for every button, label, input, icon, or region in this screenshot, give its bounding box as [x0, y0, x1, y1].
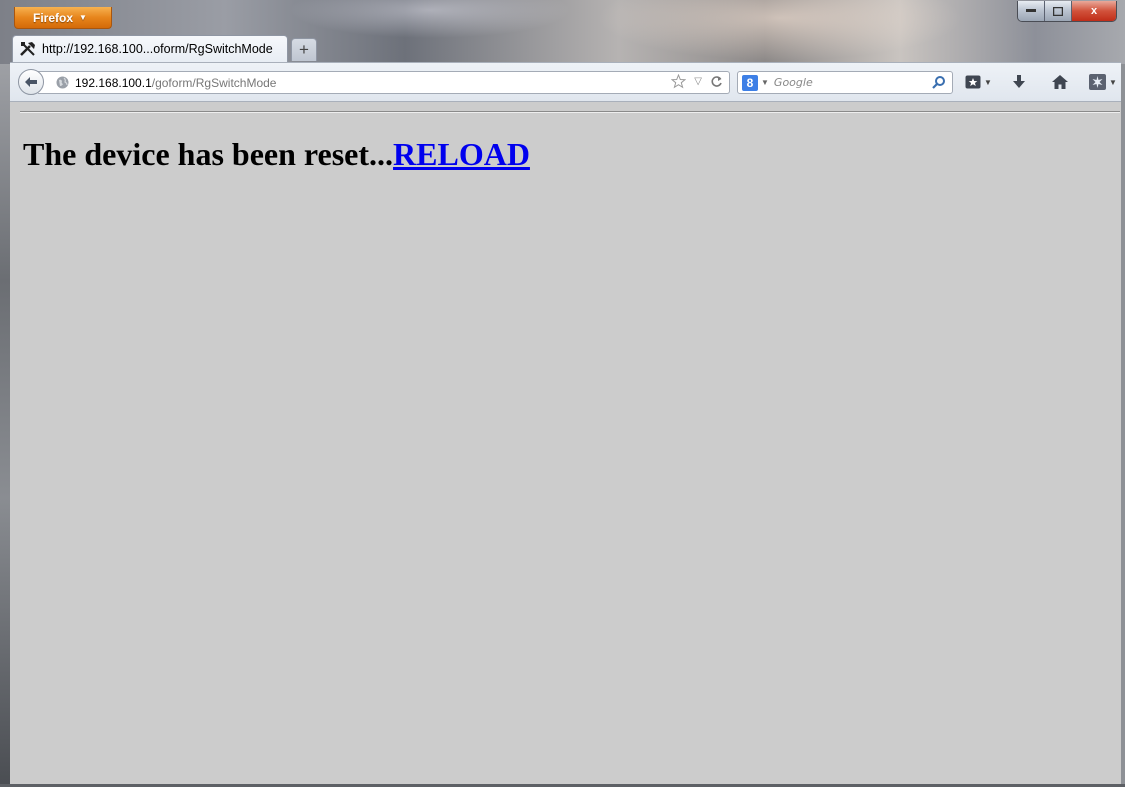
back-button[interactable]	[18, 69, 44, 95]
home-button[interactable]	[1052, 72, 1068, 92]
window-border-left	[0, 64, 10, 787]
search-bar[interactable]: 8 ▼ Google	[737, 71, 953, 94]
horizontal-rule	[20, 111, 1120, 113]
dropdown-icon[interactable]: ▽	[694, 76, 702, 87]
search-icon[interactable]	[931, 75, 946, 90]
addon-icon	[1089, 74, 1106, 90]
new-tab-button[interactable]: +	[291, 38, 317, 61]
home-icon	[1052, 75, 1068, 89]
window-controls: x	[1017, 1, 1117, 22]
tab-title: http://192.168.100...oform/RgSwitchMode	[42, 42, 273, 56]
addon-menu-button[interactable]: ▼	[1089, 72, 1117, 92]
navigation-toolbar: 192.168.100.1/goform/RgSwitchMode ▽ 8 ▼ …	[10, 62, 1121, 102]
address-bar[interactable]: 192.168.100.1/goform/RgSwitchMode ▽	[38, 71, 730, 94]
close-button[interactable]: x	[1072, 1, 1116, 21]
window-border-right	[1121, 64, 1125, 787]
tools-icon	[20, 42, 35, 56]
chevron-down-icon: ▼	[984, 77, 992, 87]
reset-message-text: The device has been reset...	[23, 136, 394, 172]
maximize-button[interactable]	[1045, 1, 1072, 21]
back-icon	[25, 77, 37, 87]
maximize-icon	[1053, 6, 1063, 16]
download-icon	[1013, 75, 1025, 88]
chevron-down-icon: ▼	[79, 13, 87, 22]
reload-icon[interactable]	[710, 75, 723, 88]
globe-icon	[56, 76, 69, 89]
chevron-down-icon: ▼	[1109, 77, 1117, 87]
minimize-icon	[1026, 9, 1036, 12]
plus-icon: +	[299, 40, 309, 59]
tab-active[interactable]: http://192.168.100...oform/RgSwitchMode	[12, 35, 288, 62]
reload-link[interactable]: RELOAD	[393, 136, 530, 172]
url-actions: ▽	[671, 74, 723, 89]
url-host: 192.168.100.1	[75, 75, 152, 90]
reset-message: The device has been reset...RELOAD	[23, 136, 530, 173]
downloads-button[interactable]	[1013, 72, 1025, 92]
bookmarks-icon	[965, 75, 981, 89]
bookmarks-menu-button[interactable]: ▼	[965, 72, 992, 92]
page-content: The device has been reset...RELOAD	[10, 102, 1121, 784]
search-placeholder: Google	[773, 76, 813, 89]
engine-dropdown-icon[interactable]: ▼	[761, 78, 769, 87]
close-icon: x	[1090, 5, 1098, 17]
google-engine-icon[interactable]: 8	[742, 74, 758, 91]
firefox-menu-label: Firefox	[33, 10, 74, 25]
firefox-menu-button[interactable]: Firefox ▼	[14, 7, 112, 29]
minimize-button[interactable]	[1018, 1, 1045, 21]
bookmark-star-icon[interactable]	[671, 74, 687, 89]
url-path: /goform/RgSwitchMode	[151, 75, 277, 90]
